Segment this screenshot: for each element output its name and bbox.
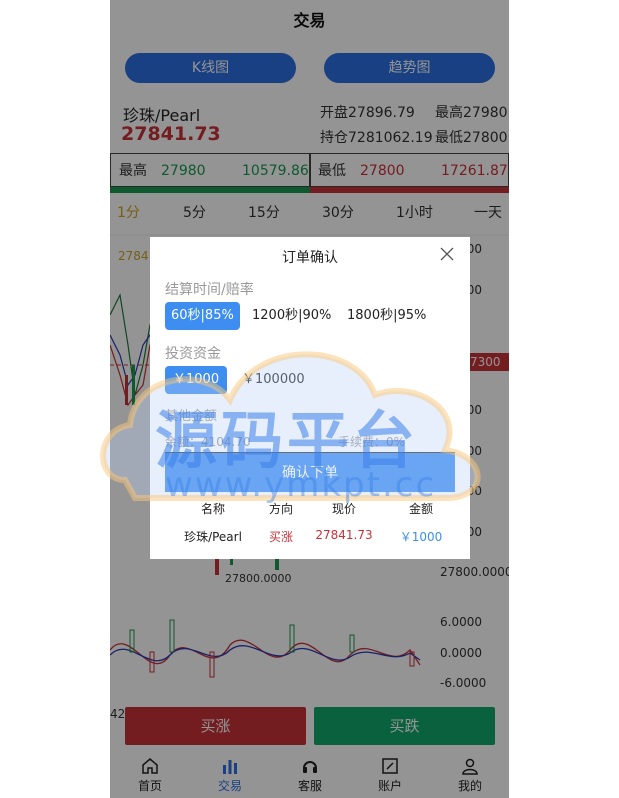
invest-option-1000[interactable]: ￥1000 [165, 366, 228, 394]
left-margin [0, 0, 110, 798]
invest-label: 投资资金 [165, 346, 221, 362]
table-header-direction: 方向 [268, 502, 293, 516]
order-amount: ￥1000 [399, 530, 443, 544]
table-header-price: 现价 [331, 502, 356, 516]
right-margin [509, 0, 619, 798]
order-symbol: 珍珠/Pearl [184, 530, 242, 544]
order-price: 27841.73 [315, 528, 373, 542]
order-confirm-dialog: 订单确认 结算时间/赔率 60秒|85% 1200秒|90% 1800秒|95%… [150, 237, 470, 559]
other-amount-label[interactable]: 其他金额 [165, 405, 217, 424]
balance-text: 余额：4104.70 [165, 435, 251, 449]
close-icon[interactable] [440, 247, 454, 261]
fee-text: 手续费：0% [338, 435, 406, 449]
settle-option-1200s[interactable]: 1200秒|90% [246, 302, 337, 330]
invest-option-100000[interactable]: ￥100000 [236, 366, 311, 394]
settle-label: 结算时间/赔率 [165, 282, 254, 298]
table-header-amount: 金额 [408, 502, 433, 516]
settle-option-60s[interactable]: 60秒|85% [165, 302, 240, 330]
dialog-title: 订单确认 [282, 250, 338, 266]
order-direction: 买涨 [268, 530, 293, 544]
settle-option-1800s[interactable]: 1800秒|95% [341, 302, 432, 330]
confirm-order-button[interactable]: 确认下单 [165, 452, 455, 492]
table-header-name: 名称 [200, 502, 225, 516]
